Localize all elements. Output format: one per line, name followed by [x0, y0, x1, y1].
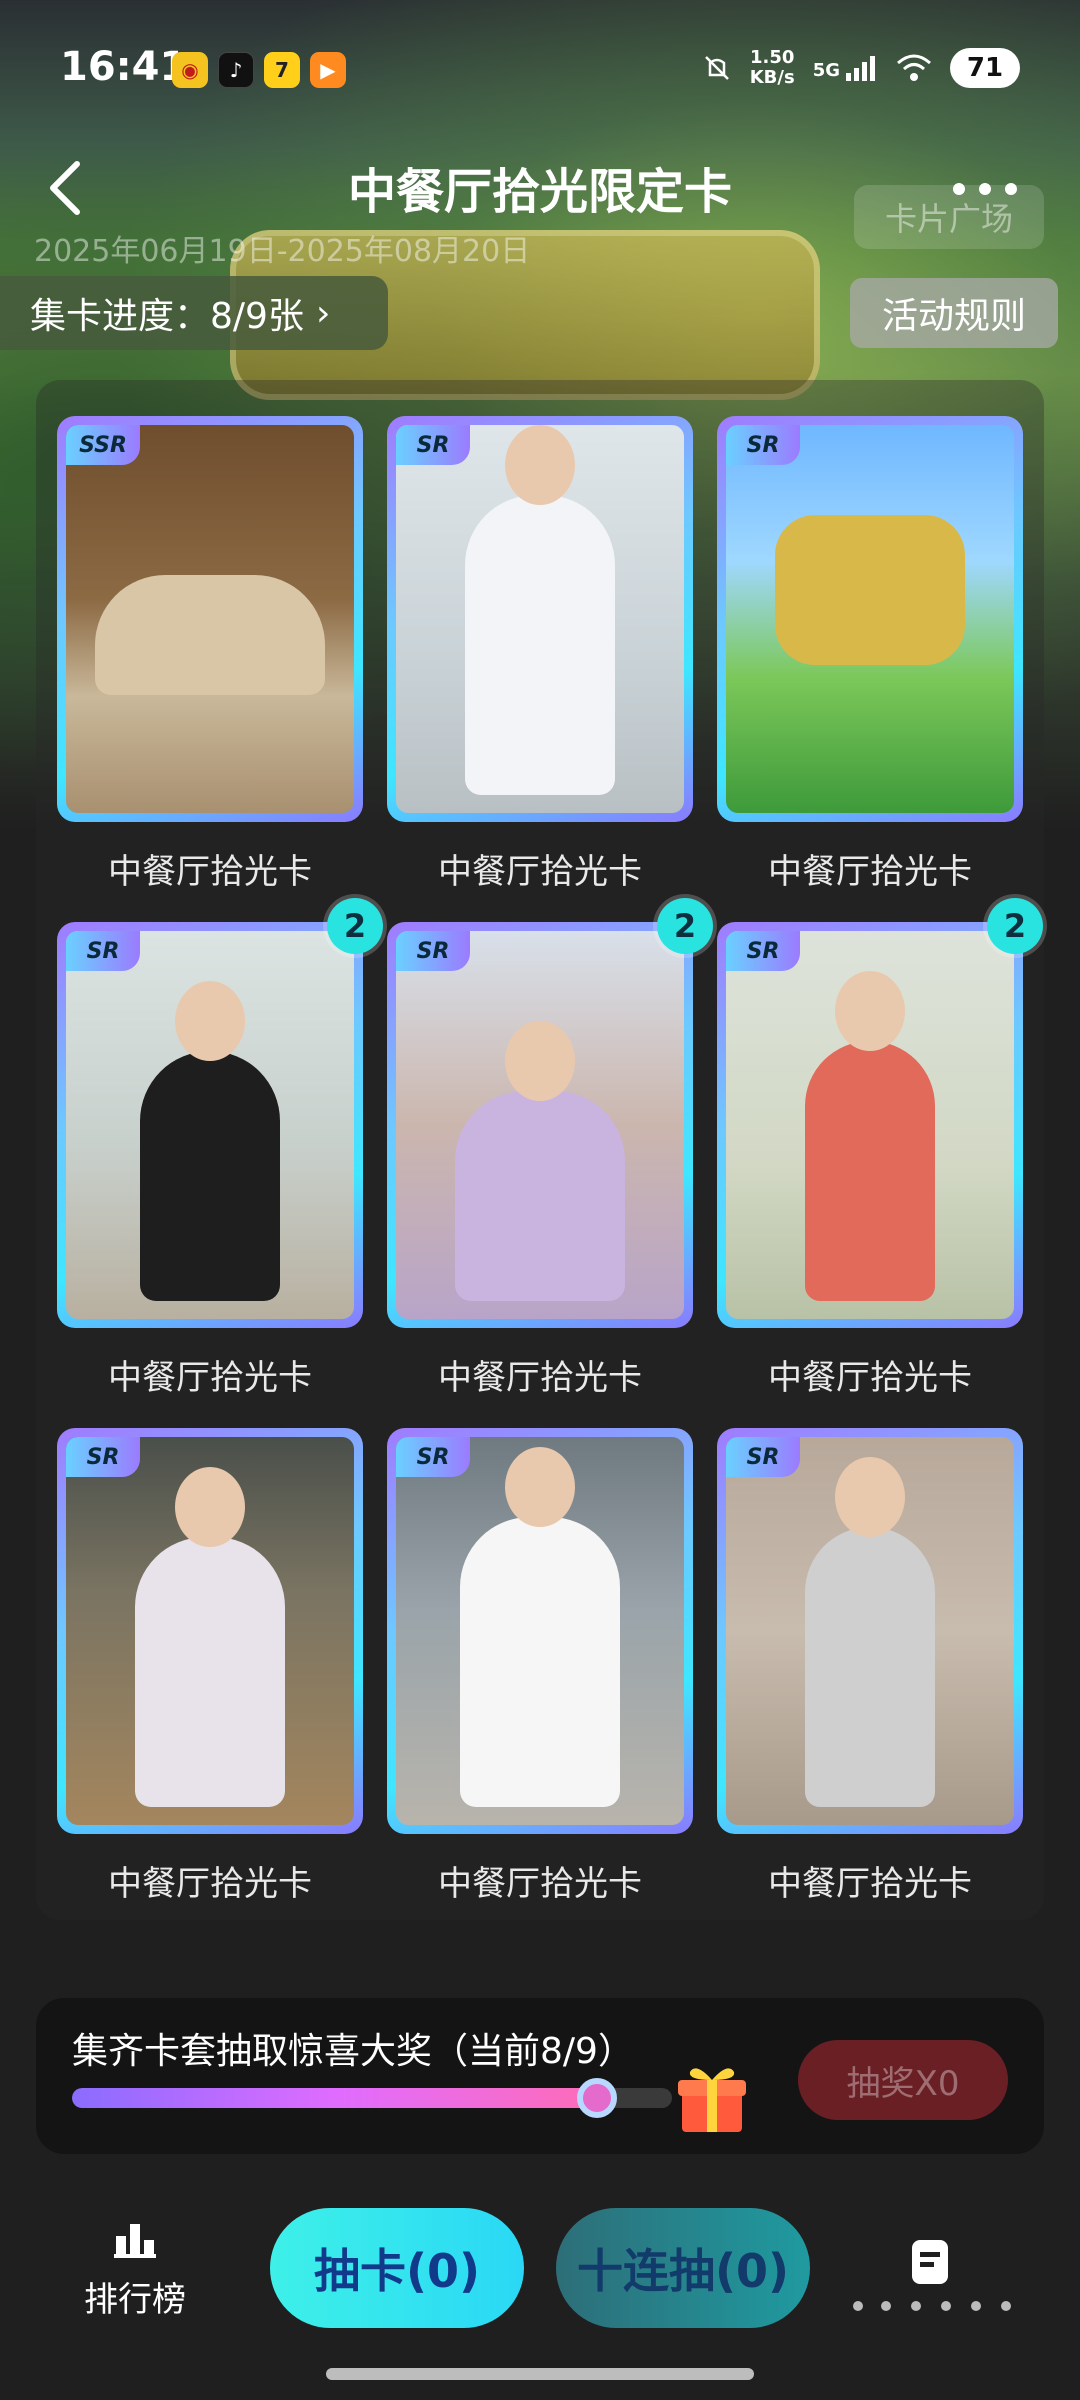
duplicate-count-badge: 2	[657, 898, 713, 954]
lottery-draw-button[interactable]: 抽奖X0	[798, 2040, 1008, 2120]
card-subject-head	[505, 1447, 575, 1527]
card-label: 中餐厅拾光卡	[108, 852, 312, 892]
network-speed: 1.50 KB/s	[749, 47, 795, 88]
card-image: SR	[396, 1437, 684, 1825]
bottom-bar: 排行榜 抽卡(0) 十连抽(0)	[0, 2180, 1080, 2400]
weibo-icon: ◉	[172, 52, 208, 88]
rarity-tag: SR	[726, 425, 800, 465]
draw-one-button[interactable]: 抽卡(0)	[270, 2208, 524, 2328]
collection-card[interactable]: SR	[387, 416, 693, 822]
card-subject	[465, 495, 615, 795]
collection-card[interactable]: SR	[57, 1428, 363, 1834]
notification-icons: ◉ ♪ 7 ▶	[172, 52, 346, 88]
card-subject	[460, 1517, 620, 1807]
card-subject	[805, 1041, 935, 1301]
duplicate-count-badge: 2	[327, 898, 383, 954]
card-image: SR	[66, 931, 354, 1319]
lottery-panel: 集齐卡套抽取惊喜大奖（当前8/9） 抽奖X0	[36, 1998, 1044, 2154]
battery-indicator: 71	[950, 48, 1020, 88]
home-indicator[interactable]	[326, 2368, 754, 2380]
card-subject-head	[505, 1021, 575, 1101]
video-app-icon: ▶	[310, 52, 346, 88]
collection-card[interactable]: SR	[387, 922, 693, 1328]
card-image: SR	[726, 425, 1014, 813]
document-label-placeholder	[853, 2301, 1011, 2311]
signal-icon	[846, 56, 875, 81]
collection-card[interactable]: SR	[717, 1428, 1023, 1834]
status-indicators: 1.50 KB/s 5G 71	[702, 48, 1020, 88]
card-label: 中餐厅拾光卡	[438, 1358, 642, 1398]
collection-card[interactable]: SSR	[57, 416, 363, 822]
bar-chart-icon	[114, 2224, 156, 2258]
network-type: 5G	[812, 60, 840, 81]
draw-ten-button[interactable]: 十连抽(0)	[556, 2208, 810, 2328]
leaderboard-button[interactable]: 排行榜	[70, 2220, 200, 2321]
collection-progress[interactable]: 集卡进度：8/9张 ›	[0, 276, 388, 350]
collection-card[interactable]: SR	[717, 416, 1023, 822]
card-image: SR	[66, 1437, 354, 1825]
card-image: SR	[396, 931, 684, 1319]
card-subject-head	[175, 981, 245, 1061]
lottery-description: 集齐卡套抽取惊喜大奖（当前8/9）	[72, 2031, 634, 2072]
lottery-progress-knob	[577, 2078, 618, 2118]
card-subject	[140, 1051, 280, 1301]
chevron-right-icon: ›	[315, 292, 331, 334]
card-label: 中餐厅拾光卡	[108, 1358, 312, 1398]
rarity-tag: SR	[66, 1437, 140, 1477]
card-subject	[95, 575, 325, 695]
card-image: SR	[396, 425, 684, 813]
status-bar: 16:41 ◉ ♪ 7 ▶ 1.50 KB/s 5G 71	[0, 0, 1080, 140]
collection-card[interactable]: SR	[57, 922, 363, 1328]
wifi-icon	[897, 54, 931, 81]
card-subject-head	[835, 1457, 905, 1537]
card-label: 中餐厅拾光卡	[768, 852, 972, 892]
signal-group: 5G	[813, 55, 878, 81]
card-label: 中餐厅拾光卡	[108, 1864, 312, 1904]
rarity-tag: SR	[396, 1437, 470, 1477]
rarity-tag: SR	[396, 425, 470, 465]
rarity-tag: SR	[726, 1437, 800, 1477]
card-subject	[455, 1091, 625, 1301]
more-button[interactable]	[930, 164, 1040, 214]
card-subject-head	[505, 425, 575, 505]
card-label: 中餐厅拾光卡	[438, 1864, 642, 1904]
card-image: SSR	[66, 425, 354, 813]
rarity-tag: SR	[66, 931, 140, 971]
card-subject	[135, 1537, 285, 1807]
card-subject	[805, 1527, 935, 1807]
collection-progress-label: 集卡进度：8/9张	[30, 296, 304, 337]
rarity-tag: SR	[396, 931, 470, 971]
nav-bar: 中餐厅拾光限定卡	[0, 140, 1080, 240]
card-subject-head	[835, 971, 905, 1051]
more-dot	[953, 183, 965, 195]
card-subject	[775, 515, 965, 665]
card-label: 中餐厅拾光卡	[768, 1864, 972, 1904]
page-title: 中餐厅拾光限定卡	[347, 164, 732, 220]
mute-icon	[704, 56, 729, 80]
card-label: 中餐厅拾光卡	[768, 1358, 972, 1398]
rules-button[interactable]: 活动规则	[850, 278, 1058, 348]
gift-icon	[678, 2068, 746, 2132]
card-image: SR	[726, 931, 1014, 1319]
card-image: SR	[726, 1437, 1014, 1825]
status-time: 16:41	[60, 44, 188, 90]
more-dot	[1005, 183, 1017, 195]
collection-card[interactable]: SR	[387, 1428, 693, 1834]
more-dot	[979, 183, 991, 195]
card-label: 中餐厅拾光卡	[438, 852, 642, 892]
rarity-tag: SSR	[66, 425, 140, 465]
duplicate-count-badge: 2	[987, 898, 1043, 954]
card-subject-head	[175, 1467, 245, 1547]
document-icon[interactable]	[900, 2234, 960, 2294]
rarity-tag: SR	[726, 931, 800, 971]
lottery-progress-fill	[72, 2088, 606, 2108]
leaderboard-label: 排行榜	[84, 2280, 186, 2320]
qimao-icon: 7	[264, 52, 300, 88]
douyin-icon: ♪	[218, 52, 254, 88]
collection-card[interactable]: SR	[717, 922, 1023, 1328]
